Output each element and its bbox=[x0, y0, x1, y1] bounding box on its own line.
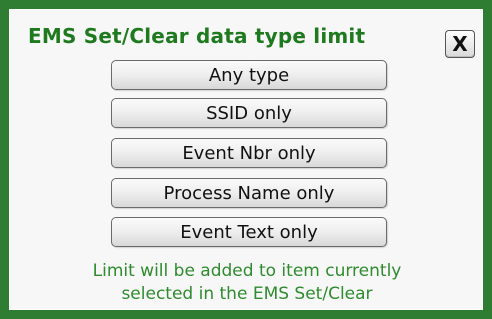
any-type-button[interactable]: Any type bbox=[111, 60, 387, 90]
dialog-body: EMS Set/Clear data type limit X Any type… bbox=[9, 9, 483, 310]
ssid-only-button[interactable]: SSID only bbox=[111, 98, 387, 128]
close-button[interactable]: X bbox=[445, 30, 475, 58]
help-text-line-2: selected in the EMS Set/Clear bbox=[121, 284, 373, 304]
help-text-line-1: Limit will be added to item currently bbox=[92, 261, 402, 281]
limit-dialog: EMS Set/Clear data type limit X Any type… bbox=[0, 0, 492, 319]
help-text: Limit will be added to item currently se… bbox=[10, 260, 484, 306]
process-name-only-button[interactable]: Process Name only bbox=[111, 178, 387, 208]
event-text-only-button[interactable]: Event Text only bbox=[111, 217, 387, 247]
close-icon: X bbox=[452, 32, 468, 56]
dialog-title: EMS Set/Clear data type limit bbox=[28, 24, 366, 48]
event-nbr-only-button[interactable]: Event Nbr only bbox=[111, 138, 387, 168]
